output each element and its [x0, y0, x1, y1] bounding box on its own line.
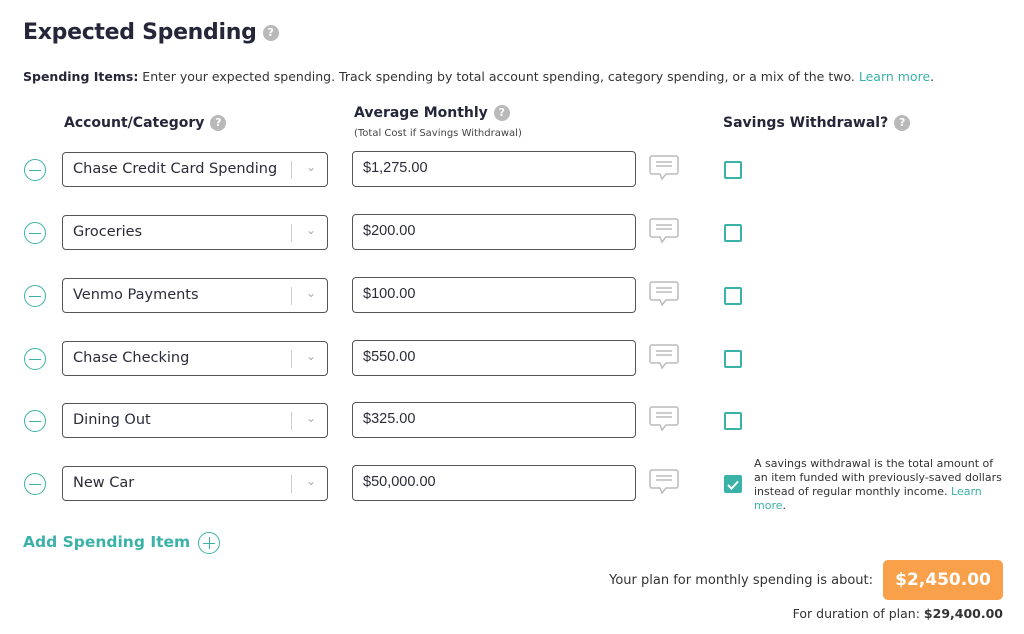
- select-divider: [291, 287, 292, 305]
- average-monthly-header: Average Monthly?: [354, 105, 510, 121]
- chevron-down-icon: ⌄: [305, 286, 316, 300]
- amount-input[interactable]: $550.00: [352, 340, 636, 376]
- savings-withdrawal-header: Savings Withdrawal??: [723, 115, 911, 131]
- savings-withdrawal-checkbox[interactable]: [724, 224, 742, 242]
- spending-item-row: Groceries ⌄ $200.00: [0, 214, 1024, 251]
- remove-item-icon[interactable]: [24, 222, 46, 244]
- select-divider: [291, 161, 292, 179]
- average-monthly-subheader: (Total Cost if Savings Withdrawal): [354, 128, 522, 139]
- category-select[interactable]: Chase Checking ⌄: [62, 341, 328, 376]
- add-circle-icon[interactable]: [198, 532, 220, 554]
- category-select[interactable]: Chase Credit Card Spending ⌄: [62, 152, 328, 187]
- checkmark-icon: [727, 480, 739, 490]
- remove-item-icon[interactable]: [24, 348, 46, 370]
- help-icon[interactable]: ?: [493, 105, 510, 121]
- savings-withdrawal-checkbox[interactable]: [724, 287, 742, 305]
- amount-input[interactable]: $100.00: [352, 277, 636, 313]
- spending-item-row: Venmo Payments ⌄ $100.00: [0, 277, 1024, 314]
- comment-icon[interactable]: [649, 343, 679, 371]
- monthly-spending-label: Your plan for monthly spending is about:: [609, 573, 873, 588]
- page-title: Expected Spending?: [23, 20, 279, 45]
- spending-item-row: Chase Credit Card Spending ⌄ $1,275.00: [0, 151, 1024, 188]
- category-select[interactable]: Venmo Payments ⌄: [62, 278, 328, 313]
- intro-text: Spending Items: Enter your expected spen…: [23, 69, 935, 84]
- chevron-down-icon: ⌄: [305, 223, 316, 237]
- select-divider: [291, 412, 292, 430]
- remove-item-icon[interactable]: [24, 159, 46, 181]
- savings-withdrawal-checkbox[interactable]: [724, 412, 742, 430]
- spending-item-row: Chase Checking ⌄ $550.00: [0, 340, 1024, 377]
- chevron-down-icon: ⌄: [305, 160, 316, 174]
- chevron-down-icon: ⌄: [305, 349, 316, 363]
- savings-withdrawal-checkbox[interactable]: [724, 161, 742, 179]
- remove-item-icon[interactable]: [24, 285, 46, 307]
- comment-icon[interactable]: [649, 405, 679, 433]
- learn-more-link[interactable]: Learn more: [859, 69, 930, 84]
- savings-withdrawal-checkbox[interactable]: [724, 350, 742, 368]
- amount-input[interactable]: $325.00: [352, 402, 636, 438]
- amount-input[interactable]: $50,000.00: [352, 465, 636, 501]
- category-select[interactable]: Groceries ⌄: [62, 215, 328, 250]
- add-spending-item-button[interactable]: Add Spending Item: [23, 533, 190, 551]
- comment-icon[interactable]: [649, 280, 679, 308]
- comment-icon[interactable]: [649, 468, 679, 496]
- savings-withdrawal-checkbox[interactable]: [724, 475, 742, 493]
- remove-item-icon[interactable]: [24, 410, 46, 432]
- savings-withdrawal-note: A savings withdrawal is the total amount…: [754, 457, 1002, 512]
- comment-icon[interactable]: [649, 217, 679, 245]
- duration-total: For duration of plan: $29,400.00: [792, 606, 1003, 621]
- select-divider: [291, 475, 292, 493]
- category-select[interactable]: Dining Out ⌄: [62, 403, 328, 438]
- chevron-down-icon: ⌄: [305, 474, 316, 488]
- select-divider: [291, 350, 292, 368]
- help-icon[interactable]: ?: [262, 25, 279, 41]
- spending-item-row: Dining Out ⌄ $325.00: [0, 402, 1024, 439]
- chevron-down-icon: ⌄: [305, 411, 316, 425]
- comment-icon[interactable]: [649, 154, 679, 182]
- account-category-header: Account/Category?: [64, 115, 227, 131]
- amount-input[interactable]: $200.00: [352, 214, 636, 250]
- help-icon[interactable]: ?: [210, 115, 227, 131]
- amount-input[interactable]: $1,275.00: [352, 151, 636, 187]
- select-divider: [291, 224, 292, 242]
- category-select[interactable]: New Car ⌄: [62, 466, 328, 501]
- help-icon[interactable]: ?: [894, 115, 911, 131]
- remove-item-icon[interactable]: [24, 473, 46, 495]
- monthly-spending-total: $2,450.00: [883, 560, 1003, 600]
